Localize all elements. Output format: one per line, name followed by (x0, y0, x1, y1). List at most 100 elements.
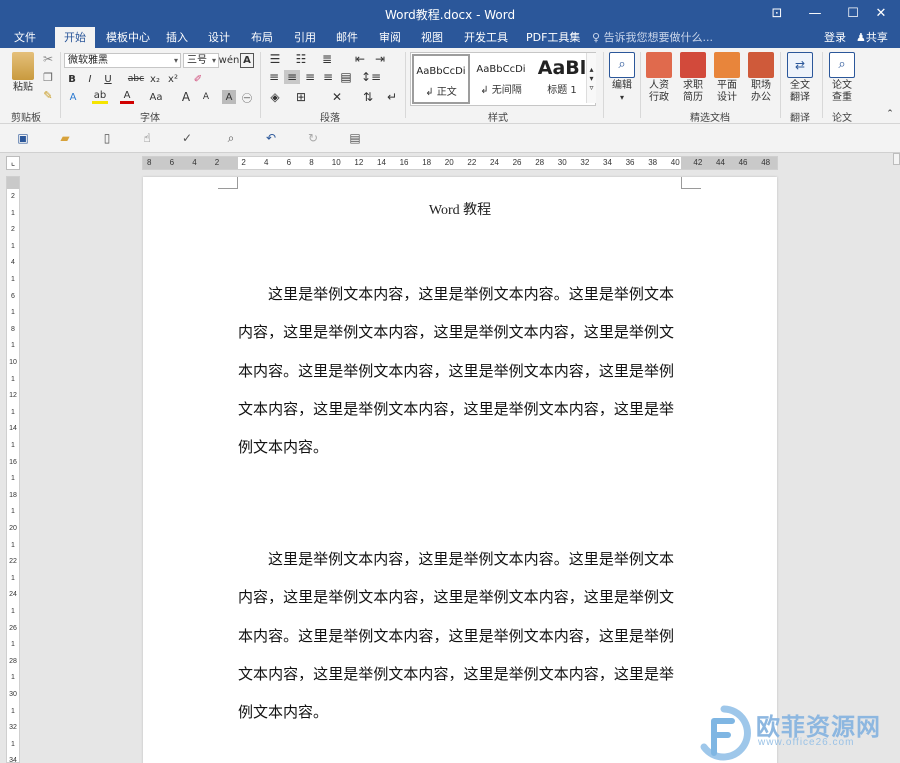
customize-qat-icon[interactable]: ▤ (346, 130, 364, 146)
paragraph-group-label: 段落 (320, 113, 340, 124)
vertical-ruler[interactable]: 2 1 2 1 4 1 6 1 8 1 10 1 12 1 14 1 16 1 18 1 20 1 22 1 24 1 26 1 28 1… (6, 176, 20, 763)
style-no-spacing[interactable]: AaBbCcDi ↲ 无间隔 (472, 54, 530, 104)
spelling-icon[interactable]: ✓ (178, 130, 196, 146)
minimize-button[interactable]: — (796, 0, 834, 27)
save-icon[interactable]: ▣ (14, 130, 32, 146)
template-resume-button[interactable]: 求职 简历 (680, 52, 706, 104)
sort-icon[interactable]: ⇅ (360, 90, 376, 104)
template-graphic-design-button[interactable]: 平面 设计 (714, 52, 740, 104)
font-size-select[interactable]: 三号 ▾ (183, 53, 219, 68)
redo-icon[interactable]: ↻ (304, 130, 322, 146)
resume-icon (680, 52, 706, 78)
align-left-icon[interactable]: ≡ (266, 70, 282, 84)
numbering-icon[interactable]: ☷ (292, 52, 310, 66)
thesis-group-label: 论文 (832, 113, 852, 124)
tab-layout[interactable]: 布局 (245, 27, 279, 48)
styles-scroll[interactable]: ▴ ▾ ▿ (586, 53, 596, 103)
tab-template-center[interactable]: 模板中心 (100, 27, 156, 48)
ruler-number: 1 (11, 242, 15, 250)
tab-home[interactable]: 开始 (55, 27, 95, 48)
char-shading-icon[interactable]: A (222, 90, 236, 104)
align-right-icon[interactable]: ≡ (302, 70, 318, 84)
full-translate-button[interactable]: ⇄ 全文 翻译 (786, 52, 814, 104)
tell-me-search[interactable]: ♀ 告诉我您想要做什么... (592, 27, 713, 48)
template-hr-admin-button[interactable]: 人资 行政 (646, 52, 672, 104)
show-marks-icon[interactable]: ↵ (384, 90, 400, 104)
bold-button[interactable]: B (66, 72, 78, 86)
format-painter-icon[interactable]: ✎ (40, 88, 56, 102)
templates-group-label: 精选文档 (690, 113, 730, 124)
copy-icon[interactable]: ❐ (40, 70, 56, 84)
distributed-icon[interactable]: ▤ (338, 70, 354, 84)
ruler-number: 8 (309, 158, 314, 167)
font-color-icon[interactable]: A (120, 90, 134, 104)
highlight-icon[interactable]: ab (92, 90, 108, 104)
paste-button[interactable]: 粘贴 (8, 52, 38, 94)
shrink-font-button[interactable]: A (200, 90, 212, 104)
ruler-number: 4 (11, 259, 15, 267)
ruler-number: 1 (11, 408, 15, 416)
editing-button[interactable]: ⌕ 编辑 ▾ (608, 52, 636, 104)
multilevel-list-icon[interactable]: ≣ (318, 52, 336, 66)
open-folder-icon[interactable]: ▰ (56, 130, 74, 146)
change-case-icon[interactable]: wén (219, 53, 240, 68)
align-center-icon[interactable]: ≡ (284, 70, 300, 84)
scroll-up-button[interactable] (893, 153, 900, 165)
tab-selector[interactable]: ⌞ (6, 156, 20, 170)
style-normal[interactable]: AaBbCcDi ↲ 正文 (412, 54, 470, 104)
font-name-select[interactable]: 微软雅黑 ▾ (64, 53, 181, 68)
grow-font-button[interactable]: A (180, 90, 192, 104)
horizontal-ruler[interactable]: 8 6 4 2 2 4 6 8 10 12 14 16 18 20 22 24 26 28 30 32 34 36 38 40… (142, 156, 778, 170)
vertical-scrollbar[interactable] (893, 153, 900, 763)
document-paragraph[interactable]: 这里是举例文本内容，这里是举例文本内容。这里是举例文本内容，这里是举例文本内容，… (238, 275, 674, 466)
tab-view[interactable]: 视图 (415, 27, 449, 48)
bullets-icon[interactable]: ☰ (266, 52, 284, 66)
style-name: ↲ 无间隔 (480, 85, 522, 96)
new-document-icon[interactable]: ▯ (98, 130, 116, 146)
increase-indent-icon[interactable]: ⇥ (372, 52, 388, 66)
print-preview-icon[interactable]: ⌕ (222, 130, 240, 146)
login-button[interactable]: 登录 (824, 27, 846, 48)
tab-developer[interactable]: 开发工具 (458, 27, 514, 48)
touch-mode-icon[interactable]: ☝ (138, 130, 156, 146)
char-border-icon[interactable]: A (240, 53, 254, 68)
text-effect-icon[interactable]: A (66, 90, 80, 104)
subscript-button[interactable]: x₂ (148, 72, 162, 86)
decrease-indent-icon[interactable]: ⇤ (352, 52, 368, 66)
style-heading-1[interactable]: AaBl 标题 1 (531, 54, 593, 104)
undo-icon[interactable]: ↶ (262, 130, 280, 146)
borders-icon[interactable]: ⊞ (292, 90, 310, 104)
tab-file[interactable]: 文件 (8, 27, 42, 48)
shading-icon[interactable]: ◈ (266, 90, 284, 104)
document-page[interactable]: Word 教程 这里是举例文本内容，这里是举例文本内容。这里是举例文本内容，这里… (143, 177, 777, 763)
document-paragraph[interactable]: 这里是举例文本内容，这里是举例文本内容。这里是举例文本内容，这里是举例文本内容，… (238, 540, 674, 731)
justify-icon[interactable]: ≡ (320, 70, 336, 84)
line-spacing-icon[interactable]: ↕≡ (361, 70, 381, 84)
tab-pdf-tools[interactable]: PDF工具集 (520, 27, 586, 48)
clear-format-icon[interactable]: ✐ (190, 72, 206, 86)
tab-insert[interactable]: 插入 (160, 27, 194, 48)
collapse-ribbon-icon[interactable]: ⌃ (884, 108, 896, 120)
change-case-button[interactable]: Aa (146, 90, 166, 104)
close-button[interactable]: ✕ (862, 0, 900, 27)
translate-line2: 翻译 (790, 92, 810, 103)
italic-button[interactable]: I (84, 72, 96, 86)
ruler-number: 1 (11, 674, 15, 682)
chevron-down-icon: ▾ (173, 56, 178, 65)
tab-review[interactable]: 审阅 (373, 27, 407, 48)
superscript-button[interactable]: x² (166, 72, 180, 86)
template-office-button[interactable]: 职场 办公 (748, 52, 774, 104)
enclose-char-icon[interactable]: ㊀ (240, 90, 254, 105)
ribbon-display-button[interactable]: ⊡ (758, 0, 796, 27)
tab-references[interactable]: 引用 (288, 27, 322, 48)
thesis-check-button[interactable]: ⌕ 论文 查重 (828, 52, 856, 104)
tab-mailings[interactable]: 邮件 (330, 27, 364, 48)
tab-design[interactable]: 设计 (202, 27, 236, 48)
share-button[interactable]: ♟共享 (856, 27, 888, 48)
underline-button[interactable]: U (102, 72, 114, 86)
document-title[interactable]: Word 教程 (143, 199, 777, 219)
chinese-layout-icon[interactable]: ✕ (328, 90, 346, 104)
cut-icon[interactable]: ✂ (40, 52, 56, 66)
strikethrough-button[interactable]: abc (128, 72, 144, 86)
translate-icon: ⇄ (787, 52, 813, 78)
